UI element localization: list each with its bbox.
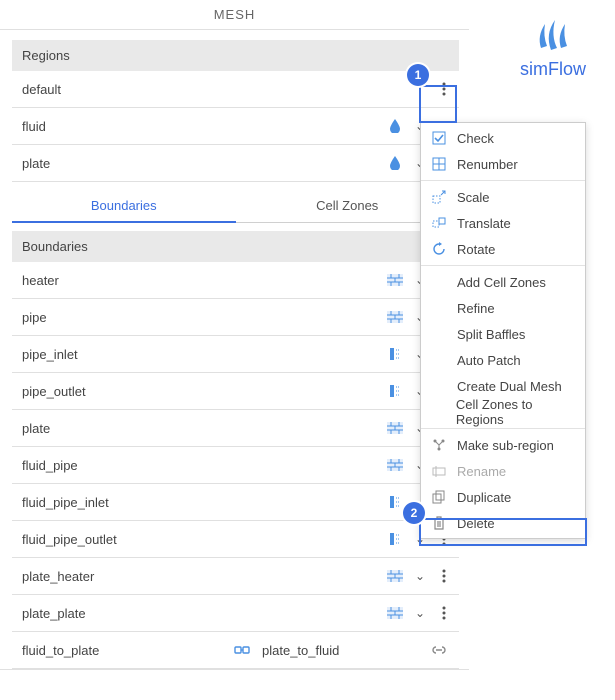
boundary-row[interactable]: fluid_pipe_inlet⌄ <box>12 484 459 521</box>
menu-item-delete[interactable]: Delete <box>421 510 585 536</box>
boundary-name: heater <box>22 273 379 288</box>
boundary-row[interactable]: plate_heater ⌄ <box>12 558 459 595</box>
boundary-row[interactable]: pipe_inlet⌄ <box>12 336 459 373</box>
boundary-name: fluid_pipe_inlet <box>22 495 379 510</box>
chevron-down-icon[interactable]: ⌄ <box>411 569 429 583</box>
boundary-name: pipe_inlet <box>22 347 379 362</box>
tabs: Boundaries Cell Zones <box>12 188 459 223</box>
logo-text: simFlow <box>508 59 598 80</box>
menu-item-add-cell-zones[interactable]: Add Cell Zones <box>421 269 585 295</box>
check-icon <box>431 131 447 145</box>
region-name: default <box>22 82 379 97</box>
menu-item-label: Check <box>457 131 494 146</box>
wall-icon <box>385 311 405 323</box>
rename-icon <box>431 465 447 477</box>
inlet-icon <box>385 347 405 361</box>
menu-item-label: Delete <box>457 516 495 531</box>
mesh-panel: MESH Regions default fluid ⌄ plate <box>0 0 469 670</box>
boundary-name: fluid_to_plate <box>22 643 222 658</box>
boundary-row[interactable]: pipe_outlet⌄ <box>12 373 459 410</box>
menu-item-duplicate[interactable]: Duplicate <box>421 484 585 510</box>
wall-icon <box>385 274 405 286</box>
menu-item-label: Split Baffles <box>457 327 525 342</box>
region-name: fluid <box>22 119 379 134</box>
menu-item-label: Refine <box>457 301 495 316</box>
boundary-row[interactable]: pipe⌄ <box>12 299 459 336</box>
menu-item-make-sub-region[interactable]: Make sub-region <box>421 432 585 458</box>
region-name: plate <box>22 156 379 171</box>
wall-icon <box>385 570 405 582</box>
menu-item-label: Make sub-region <box>457 438 554 453</box>
callout-2: 2 <box>403 502 425 524</box>
menu-item-label: Auto Patch <box>457 353 521 368</box>
menu-item-label: Translate <box>457 216 511 231</box>
more-button[interactable] <box>435 82 453 96</box>
menu-item-auto-patch[interactable]: Auto Patch <box>421 347 585 373</box>
boundary-name: plate <box>22 421 379 436</box>
more-button[interactable] <box>435 569 453 583</box>
chain-icon[interactable] <box>429 643 449 657</box>
boundary-name: plate_to_fluid <box>262 643 339 658</box>
boundary-name: fluid_pipe_outlet <box>22 532 379 547</box>
flame-icon <box>533 18 573 52</box>
menu-item-scale[interactable]: Scale <box>421 184 585 210</box>
menu-item-label: Duplicate <box>457 490 511 505</box>
inlet-icon <box>385 384 405 398</box>
boundary-row[interactable]: fluid_pipe_outlet⌄ <box>12 521 459 558</box>
region-row[interactable]: plate ⌄ <box>12 145 459 182</box>
inlet-icon <box>385 532 405 546</box>
boundary-name: pipe_outlet <box>22 384 379 399</box>
wall-icon <box>385 422 405 434</box>
menu-item-create-dual-mesh[interactable]: Create Dual Mesh <box>421 373 585 399</box>
menu-item-label: Scale <box>457 190 490 205</box>
more-button[interactable] <box>435 606 453 620</box>
wall-icon <box>385 607 405 619</box>
delete-icon <box>431 516 447 530</box>
renumber-icon <box>431 157 447 171</box>
boundary-row[interactable]: plate_plate ⌄ <box>12 595 459 632</box>
inlet-icon <box>385 495 405 509</box>
menu-item-translate[interactable]: Translate <box>421 210 585 236</box>
panel-title: MESH <box>0 0 469 30</box>
app-logo: simFlow <box>508 18 598 80</box>
regions-heading: Regions <box>12 40 459 71</box>
subregion-icon <box>431 439 447 451</box>
boundary-name: plate_plate <box>22 606 379 621</box>
menu-item-label: Rotate <box>457 242 495 257</box>
menu-item-cell-zones-to-regions[interactable]: Cell Zones to Regions <box>421 399 585 425</box>
callout-1: 1 <box>407 64 429 86</box>
boundary-name: fluid_pipe <box>22 458 379 473</box>
menu-item-check[interactable]: Check <box>421 125 585 151</box>
scale-icon <box>431 190 447 204</box>
boundary-link-row[interactable]: fluid_to_plate plate_to_fluid <box>12 632 459 669</box>
rotate-icon <box>431 242 447 256</box>
region-context-menu: Check Renumber Scale Translate Rotate Add Cel… <box>420 122 586 539</box>
duplicate-icon <box>431 490 447 504</box>
menu-item-refine[interactable]: Refine <box>421 295 585 321</box>
boundaries-heading: Boundaries <box>12 231 459 262</box>
boundary-name: pipe <box>22 310 379 325</box>
drop-icon <box>385 156 405 170</box>
boundary-row[interactable]: heater⌄ <box>12 262 459 299</box>
menu-item-renumber[interactable]: Renumber <box>421 151 585 177</box>
boundary-name: plate_heater <box>22 569 379 584</box>
menu-item-rotate[interactable]: Rotate <box>421 236 585 262</box>
tab-boundaries[interactable]: Boundaries <box>12 188 236 223</box>
drop-icon <box>385 119 405 133</box>
menu-item-label: Add Cell Zones <box>457 275 546 290</box>
translate-icon <box>431 216 447 230</box>
wall-icon <box>385 459 405 471</box>
menu-item-label: Cell Zones to Regions <box>456 397 575 427</box>
link-icon <box>232 643 252 657</box>
chevron-down-icon[interactable]: ⌄ <box>411 606 429 620</box>
menu-item-label: Rename <box>457 464 506 479</box>
menu-item-rename: Rename <box>421 458 585 484</box>
region-row[interactable]: fluid ⌄ <box>12 108 459 145</box>
menu-item-split-baffles[interactable]: Split Baffles <box>421 321 585 347</box>
boundary-row[interactable]: plate⌄ <box>12 410 459 447</box>
region-row[interactable]: default <box>12 71 459 108</box>
menu-item-label: Renumber <box>457 157 518 172</box>
boundary-row[interactable]: fluid_pipe⌄ <box>12 447 459 484</box>
menu-item-label: Create Dual Mesh <box>457 379 562 394</box>
